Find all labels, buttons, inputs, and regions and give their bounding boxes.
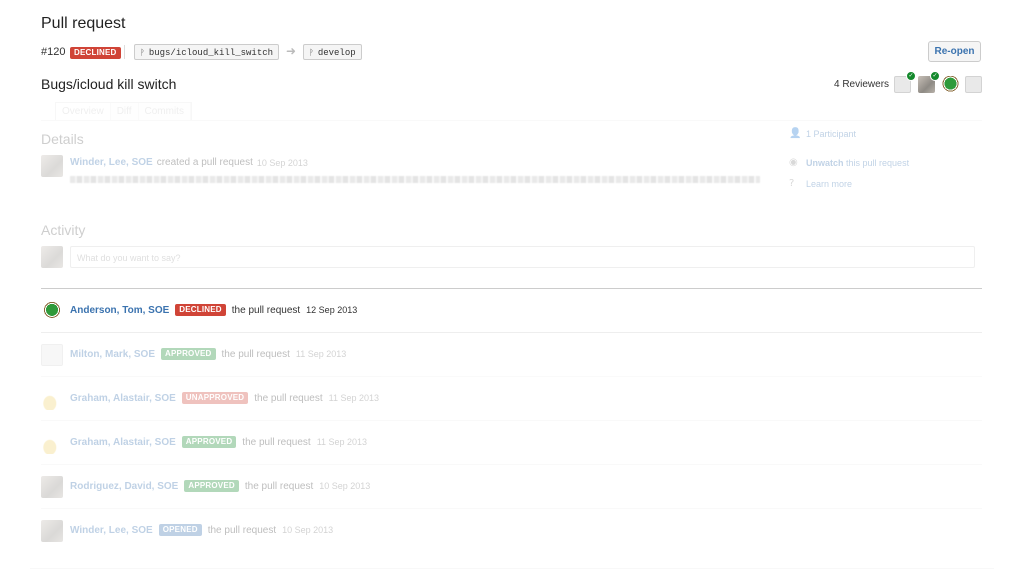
- activity-user[interactable]: Graham, Alastair, SOE: [70, 437, 176, 448]
- reopen-button[interactable]: Re-open: [928, 41, 981, 62]
- branch-icon: ᚹ: [140, 48, 145, 57]
- unwatch-link[interactable]: Unwatch: [806, 158, 844, 168]
- activity-badge: APPROVED: [184, 480, 239, 492]
- participants-count[interactable]: 1 Participant: [806, 129, 856, 139]
- user-avatar[interactable]: [41, 520, 63, 542]
- status-badge: DECLINED: [70, 47, 121, 59]
- activity-text: the pull request: [244, 480, 314, 492]
- activity-badge: OPENED: [158, 524, 202, 536]
- activity-item: Anderson, Tom, SOE DECLINED the pull req…: [41, 289, 982, 333]
- current-user-avatar: [41, 246, 63, 268]
- source-branch-name: bugs/icloud_kill_switch: [148, 48, 274, 58]
- user-avatar[interactable]: [41, 388, 63, 410]
- activity-user[interactable]: Rodriguez, David, SOE: [70, 481, 178, 492]
- page-title: Pull request: [41, 15, 126, 32]
- activity-user[interactable]: Graham, Alastair, SOE: [70, 393, 176, 404]
- activity-badge: UNAPPROVED: [181, 392, 249, 404]
- pr-title: Bugs/icloud kill switch: [41, 76, 177, 92]
- approved-check-icon: ✓: [930, 71, 940, 81]
- activity-text: the pull request: [221, 348, 290, 360]
- activity-badge: APPROVED: [161, 348, 216, 360]
- created-date: 10 Sep 2013: [256, 157, 308, 168]
- activity-date: 10 Sep 2013: [282, 525, 334, 535]
- target-branch-name: develop: [317, 48, 356, 58]
- activity-user[interactable]: Anderson, Tom, SOE: [70, 305, 169, 316]
- activity-date: 10 Sep 2013: [319, 481, 371, 491]
- pr-tabs: Overview Diff Commits: [55, 102, 192, 121]
- activity-date: 11 Sep 2013: [328, 393, 380, 403]
- divider: [41, 120, 982, 121]
- target-branch-label[interactable]: ᚹ develop: [303, 44, 362, 60]
- user-avatar[interactable]: [41, 344, 63, 366]
- activity-date: 11 Sep 2013: [316, 437, 368, 447]
- description-text: [70, 176, 760, 183]
- activity-user[interactable]: Winder, Lee, SOE: [70, 525, 153, 536]
- activity-user[interactable]: Milton, Mark, SOE: [70, 349, 155, 360]
- approved-check-icon: ✓: [906, 71, 916, 81]
- reviewers-count[interactable]: 4 Reviewers: [834, 79, 889, 90]
- tab-overview[interactable]: Overview: [56, 103, 111, 121]
- user-avatar[interactable]: [41, 476, 63, 498]
- divider: [30, 568, 994, 569]
- learn-more-link[interactable]: Learn more: [806, 179, 852, 189]
- activity-text: the pull request: [242, 436, 311, 448]
- help-icon: ?: [789, 178, 795, 189]
- source-branch-label[interactable]: ᚹ bugs/icloud_kill_switch: [134, 44, 280, 60]
- unwatch-suffix: this pull request: [846, 158, 910, 168]
- comment-input[interactable]: What do you want to say?: [70, 246, 975, 268]
- details-heading: Details: [41, 131, 84, 147]
- author-action: created a pull request: [156, 157, 253, 168]
- activity-item: Graham, Alastair, SOE UNAPPROVED the pul…: [41, 377, 982, 421]
- activity-badge: DECLINED: [175, 304, 226, 316]
- tab-commits[interactable]: Commits: [139, 103, 191, 121]
- branch-icon: ᚹ: [309, 48, 314, 57]
- activity-heading: Activity: [41, 222, 86, 238]
- user-avatar[interactable]: [41, 432, 63, 454]
- activity-item: Milton, Mark, SOE APPROVED the pull requ…: [41, 333, 982, 377]
- activity-badge: APPROVED: [181, 436, 237, 448]
- divider: [124, 45, 125, 59]
- activity-text: the pull request: [231, 304, 301, 316]
- activity-item: Rodriguez, David, SOE APPROVED the pull …: [41, 465, 982, 509]
- activity-text: the pull request: [207, 524, 277, 536]
- activity-date: 12 Sep 2013: [306, 305, 358, 315]
- eye-icon: ◉: [789, 157, 798, 168]
- pr-number: #120: [41, 46, 66, 58]
- reviewer-avatar[interactable]: [942, 76, 959, 93]
- activity-text: the pull request: [254, 392, 323, 404]
- tab-diff[interactable]: Diff: [111, 103, 139, 121]
- activity-item: Winder, Lee, SOE OPENED the pull request…: [41, 509, 982, 553]
- arrow-right-icon: ➜: [286, 44, 297, 58]
- activity-item: Graham, Alastair, SOE APPROVED the pull …: [41, 421, 982, 465]
- activity-date: 11 Sep 2013: [295, 349, 347, 359]
- user-avatar[interactable]: [41, 300, 63, 322]
- author-name[interactable]: Winder, Lee, SOE: [70, 157, 153, 168]
- author-avatar[interactable]: [41, 155, 63, 177]
- person-icon: 👤: [789, 128, 802, 139]
- reviewer-avatar[interactable]: [965, 76, 982, 93]
